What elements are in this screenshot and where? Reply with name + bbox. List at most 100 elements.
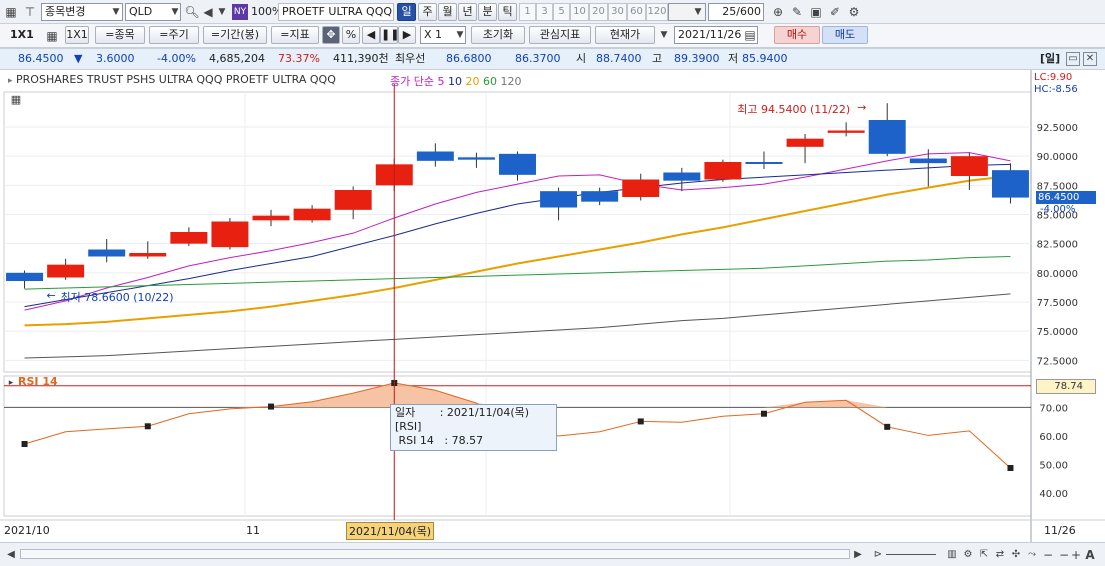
rsi-tick-label: 50.00 — [1039, 461, 1068, 472]
price-tick-label: 72.5000 — [1037, 356, 1078, 367]
rsi-tick-label: 70.00 — [1039, 403, 1068, 414]
close-icon[interactable]: ✕ — [1083, 52, 1097, 66]
grid-layout-icon[interactable]: ▦ — [44, 28, 60, 44]
tab-period-minute[interactable]: 분 — [478, 3, 497, 21]
high-price: 89.3900 — [674, 52, 720, 65]
price-tick-label: 82.5000 — [1037, 240, 1078, 251]
percent-icon[interactable]: % — [342, 26, 360, 44]
count-field[interactable]: 25/600 — [708, 3, 764, 21]
price-change-pct: -4.00% — [157, 52, 196, 65]
chart-toolbar: 1X1 ▦ 1X1 =종목 =주기 =기간(봉) =지표 ✥ % ◀ ❚❚ ▶ … — [0, 24, 1105, 48]
best-ask: 86.6800 — [446, 52, 492, 65]
symbol-button[interactable]: =종목 — [95, 26, 145, 44]
interval-1[interactable]: 1 — [519, 3, 536, 21]
chart-svg[interactable]: 72.500075.000077.500080.000082.500085.00… — [0, 70, 1105, 542]
interval-60[interactable]: 60 — [627, 3, 646, 21]
open-price: 88.7400 — [596, 52, 642, 65]
crosshair-move-icon[interactable]: ✥ — [322, 26, 340, 44]
high-label: 고 — [652, 52, 663, 65]
chevron-down-icon[interactable]: ▼ — [690, 4, 706, 20]
candle-body — [581, 191, 619, 202]
rsi-point — [637, 418, 644, 425]
indicator-button[interactable]: =지표 — [271, 26, 319, 44]
tab-period-month[interactable]: 월 — [438, 3, 457, 21]
tools-icon[interactable]: ✎ — [789, 4, 805, 20]
pause-icon[interactable]: ❚❚ — [380, 26, 399, 44]
chart-area[interactable]: ▸ PROSHARES TRUST PSHS ULTRA QQQ PROETF … — [0, 70, 1105, 542]
interval-10[interactable]: 10 — [570, 3, 589, 21]
rsi-point — [21, 441, 28, 447]
rsi-point — [1007, 465, 1014, 471]
best-bid: 86.3700 — [515, 52, 561, 65]
xaxis-cursor-label: 2021/11/04(목) — [346, 522, 435, 540]
interval-120[interactable]: 120 — [646, 3, 668, 21]
xaxis-right-label: 11/26 — [1044, 524, 1076, 537]
zoom-slider[interactable] — [886, 554, 936, 555]
calendar-icon[interactable]: ▤ — [742, 27, 758, 43]
crosshair-tooltip: 일자 : 2021/11/04(목) [RSI] RSI 14 : 78.57 — [390, 404, 557, 451]
rsi-point — [760, 410, 767, 417]
tab-period-week[interactable]: 주 — [418, 3, 437, 21]
horizontal-scrollbar[interactable] — [20, 549, 850, 559]
range-button[interactable]: =기간(봉) — [203, 26, 267, 44]
tab-period-year[interactable]: 년 — [458, 3, 477, 21]
interval-3[interactable]: 3 — [536, 3, 553, 21]
zoom-slider-icon[interactable]: ⊳ — [870, 547, 886, 563]
current-price-select[interactable]: 현재가 — [595, 26, 655, 44]
window-icon[interactable]: ▦ — [3, 4, 19, 20]
volume-ratio: 73.37% — [278, 52, 320, 65]
candle-body — [6, 272, 44, 281]
indicator-add-icon[interactable]: ⊕ — [770, 4, 786, 20]
annotation-low: 최저 78.6600 (10/22) — [60, 291, 174, 305]
gear-icon[interactable]: ⚙ — [846, 4, 862, 20]
search-icon[interactable]: 🔍︎ — [184, 4, 200, 20]
watch-indicator-button[interactable]: 관심지표 — [529, 26, 591, 44]
lock-icon[interactable]: ⊤ — [22, 4, 38, 20]
rsi-tick-label: 40.00 — [1039, 489, 1068, 500]
drawing-icon[interactable]: ⤳ — [1024, 547, 1040, 563]
xaxis-left-label: 2021/10 — [4, 524, 50, 537]
chevron-down-icon[interactable]: ▼ — [656, 27, 672, 43]
candle-body — [129, 253, 167, 257]
sell-button[interactable]: 매도 — [822, 26, 868, 44]
settings-icon[interactable]: ⚙ — [960, 547, 976, 563]
prev-icon[interactable]: ◀ — [362, 26, 380, 44]
chevron-down-icon[interactable]: ▼ — [452, 27, 468, 43]
tooltip-section: [RSI] — [395, 420, 422, 433]
bullet-icon: ▸ — [8, 378, 14, 388]
layout-1x1-button[interactable]: 1X1 — [65, 26, 89, 44]
chevron-down-icon[interactable]: ▼ — [108, 4, 124, 20]
restore-icon[interactable]: ▭ — [1066, 52, 1080, 66]
pencil-icon[interactable]: ✐ — [827, 4, 843, 20]
period-button[interactable]: =주기 — [149, 26, 199, 44]
reset-button[interactable]: 초기화 — [471, 26, 525, 44]
interval-5[interactable]: 5 — [553, 3, 570, 21]
tab-period-tick[interactable]: 틱 — [498, 3, 517, 21]
zoom-out-icon[interactable]: − — [1040, 547, 1056, 563]
price-change: 3.6000 — [96, 52, 135, 65]
count-value: 25 — [722, 5, 737, 18]
annotation-high: 최고 94.5400 (11/22) — [737, 103, 851, 117]
candle-body — [499, 153, 536, 175]
pointer-icon[interactable]: ⇱ — [976, 547, 992, 563]
candle-body — [950, 156, 988, 176]
candle-type-icon[interactable]: ▥ — [944, 547, 960, 563]
buy-button[interactable]: 매수 — [774, 26, 820, 44]
tab-period-day[interactable]: 일 — [397, 3, 416, 21]
symbol-name-field: PROETF ULTRA QQQ — [278, 3, 394, 21]
chevron-down-icon[interactable]: ▼ — [167, 4, 183, 20]
interval-20[interactable]: 20 — [589, 3, 608, 21]
candle-body — [745, 162, 783, 164]
save-icon[interactable]: ▣ — [808, 4, 824, 20]
turnover: 411,390천 — [333, 52, 389, 65]
chevron-down-icon[interactable]: ▼ — [214, 4, 230, 20]
candle-body — [293, 208, 331, 221]
interval-30[interactable]: 30 — [608, 3, 627, 21]
font-large-icon[interactable]: A — [1082, 547, 1098, 563]
scroll-left-icon[interactable]: ◀ — [3, 547, 19, 563]
crosshair-icon[interactable]: ✣ — [1008, 547, 1024, 563]
next-icon[interactable]: ▶ — [398, 26, 416, 44]
scroll-right-icon[interactable]: ▶ — [850, 547, 866, 563]
quote-bar: 86.4500 ▼ 3.6000 -4.00% 4,685,204 73.37%… — [0, 48, 1105, 70]
link-icon[interactable]: ⇄ — [992, 547, 1008, 563]
